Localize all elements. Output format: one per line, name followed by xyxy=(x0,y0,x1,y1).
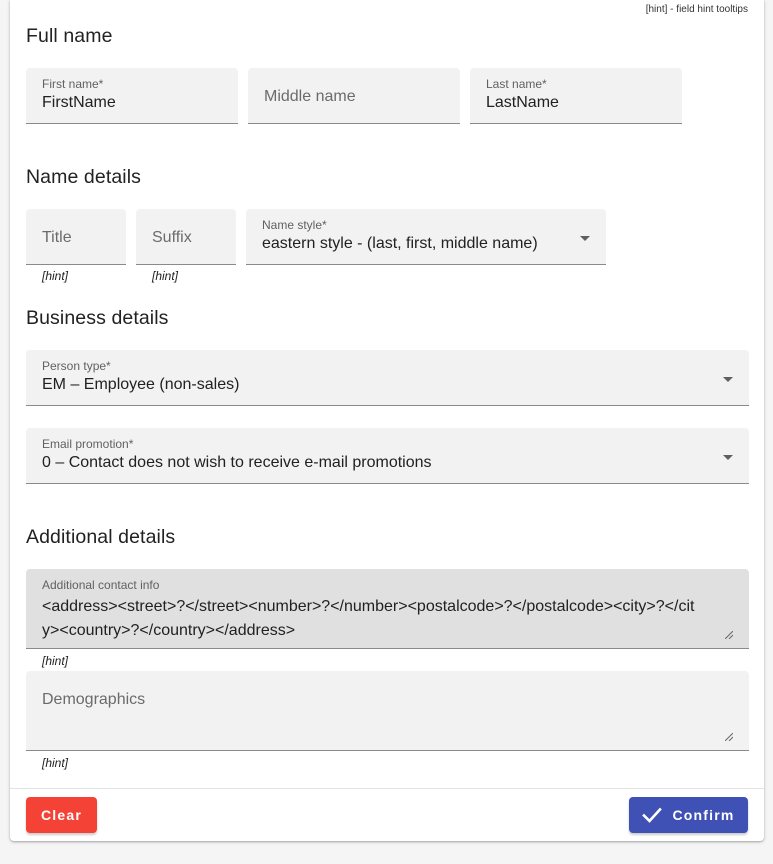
title-hint[interactable]: [hint] xyxy=(42,269,68,283)
middle-name-placeholder: Middle name xyxy=(264,88,356,105)
demographics-hint[interactable]: [hint] xyxy=(42,756,68,770)
last-name-field[interactable]: Last name* LastName xyxy=(470,68,682,124)
confirm-button[interactable]: Confirm xyxy=(629,797,748,833)
hint-legend: [hint] - field hint tooltips xyxy=(645,4,748,15)
name-style-select[interactable]: Name style* eastern style - (last, first… xyxy=(246,209,606,265)
section-title-name-details: Name details xyxy=(26,166,142,188)
suffix-placeholder: Suffix xyxy=(152,229,192,246)
additional-contact-info-hint[interactable]: [hint] xyxy=(42,654,68,668)
first-name-label: First name* xyxy=(42,77,104,91)
last-name-label: Last name* xyxy=(486,77,547,91)
email-promotion-value: 0 – Contact does not wish to receive e-m… xyxy=(42,454,432,471)
first-name-value: FirstName xyxy=(42,94,116,111)
demographics-textarea[interactable]: Demographics xyxy=(26,671,749,751)
dropdown-arrow-icon xyxy=(723,455,733,460)
footer-divider xyxy=(10,788,764,789)
resize-handle-icon[interactable] xyxy=(725,631,733,639)
confirm-button-label: Confirm xyxy=(672,807,735,823)
suffix-hint[interactable]: [hint] xyxy=(152,269,178,283)
section-title-additional-details: Additional details xyxy=(26,526,176,548)
dropdown-arrow-icon xyxy=(580,236,590,241)
section-title-business-details: Business details xyxy=(26,307,169,329)
person-type-label: Person type* xyxy=(42,359,111,373)
last-name-value: LastName xyxy=(486,94,559,111)
first-name-field[interactable]: First name* FirstName xyxy=(26,68,238,124)
demographics-placeholder: Demographics xyxy=(42,691,146,708)
suffix-field[interactable]: Suffix xyxy=(136,209,236,265)
resize-handle-icon[interactable] xyxy=(725,733,733,741)
email-promotion-select[interactable]: Email promotion* 0 – Contact does not wi… xyxy=(26,428,749,484)
title-field[interactable]: Title xyxy=(26,209,126,265)
additional-contact-info-textarea[interactable]: Additional contact info <address><street… xyxy=(26,569,749,649)
clear-button[interactable]: Clear xyxy=(26,797,97,833)
check-icon xyxy=(642,807,663,823)
name-style-value: eastern style - (last, first, middle nam… xyxy=(262,235,538,252)
person-type-select[interactable]: Person type* EM – Employee (non-sales) xyxy=(26,350,749,406)
section-title-full-name: Full name xyxy=(26,25,113,47)
email-promotion-label: Email promotion* xyxy=(42,437,134,451)
title-placeholder: Title xyxy=(42,229,72,246)
additional-contact-info-label: Additional contact info xyxy=(42,578,160,592)
middle-name-field[interactable]: Middle name xyxy=(248,68,460,124)
person-type-value: EM – Employee (non-sales) xyxy=(42,376,240,393)
additional-contact-info-value: <address><street>?</street><number>?</nu… xyxy=(42,598,695,639)
clear-button-label: Clear xyxy=(40,807,83,823)
dropdown-arrow-icon xyxy=(723,377,733,382)
name-style-label: Name style* xyxy=(262,218,327,232)
